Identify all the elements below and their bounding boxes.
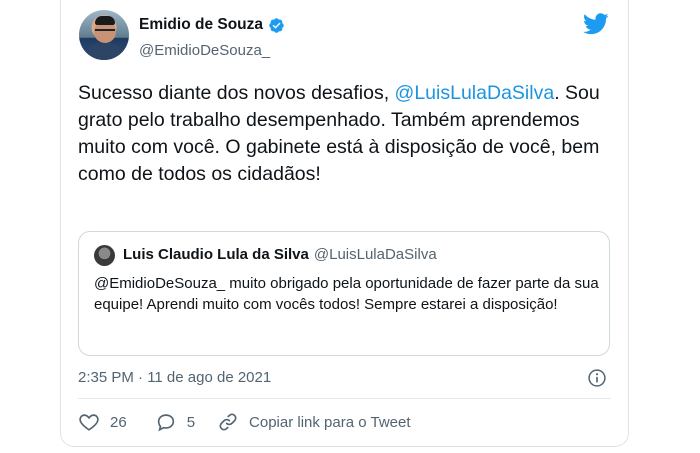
tweet-text: Sucesso diante dos novos desafios, @Luis… — [78, 80, 618, 188]
author-name-row: Emidio de Souza — [139, 16, 285, 34]
tweet-actions: 26 5 Copiar link para o Tweet — [78, 411, 411, 433]
avatar-glasses — [95, 29, 115, 34]
author-avatar[interactable] — [79, 10, 129, 60]
like-count: 26 — [110, 413, 127, 431]
reply-bubble-icon — [157, 414, 174, 432]
reply-count: 5 — [186, 413, 196, 431]
like-button[interactable]: 26 — [78, 411, 127, 433]
quoted-tweet[interactable]: Luis Claudio Lula da Silva @LuisLulaDaSi… — [78, 231, 610, 356]
copy-link-button[interactable]: Copiar link para o Tweet — [217, 411, 411, 433]
twitter-bird-icon[interactable] — [583, 13, 609, 35]
author-handle[interactable]: @EmidioDeSouza_ — [139, 42, 270, 59]
avatar-hair — [95, 16, 115, 25]
info-icon[interactable] — [587, 368, 607, 388]
tweet-mention-link[interactable]: @LuisLulaDaSilva — [395, 82, 555, 104]
quoted-tweet-text: @EmidioDeSouza_ muito obrigado pela opor… — [94, 275, 599, 313]
tweet-card: Emidio de Souza @EmidioDeSouza_ Sucesso … — [60, 0, 629, 447]
tweet-timestamp[interactable]: 2:35 PM · 11 de ago de 2021 — [78, 369, 271, 386]
divider — [78, 398, 611, 399]
quoted-author-name: Luis Claudio Lula da Silva — [123, 246, 309, 263]
quoted-author-avatar[interactable] — [94, 245, 115, 266]
quoted-author-handle: @LuisLulaDaSilva — [313, 246, 437, 263]
quoted-author-header: Luis Claudio Lula da Silva @LuisLulaDaSi… — [123, 246, 437, 263]
heart-icon — [79, 414, 99, 431]
avatar-body — [82, 43, 128, 60]
link-icon — [219, 413, 237, 431]
author-display-name[interactable]: Emidio de Souza — [139, 16, 263, 34]
tweet-text-part1: Sucesso diante dos novos desafios, — [78, 82, 395, 104]
reply-button[interactable]: 5 — [155, 411, 195, 433]
verified-badge-icon — [269, 17, 284, 33]
copy-link-label: Copiar link para o Tweet — [249, 413, 411, 431]
